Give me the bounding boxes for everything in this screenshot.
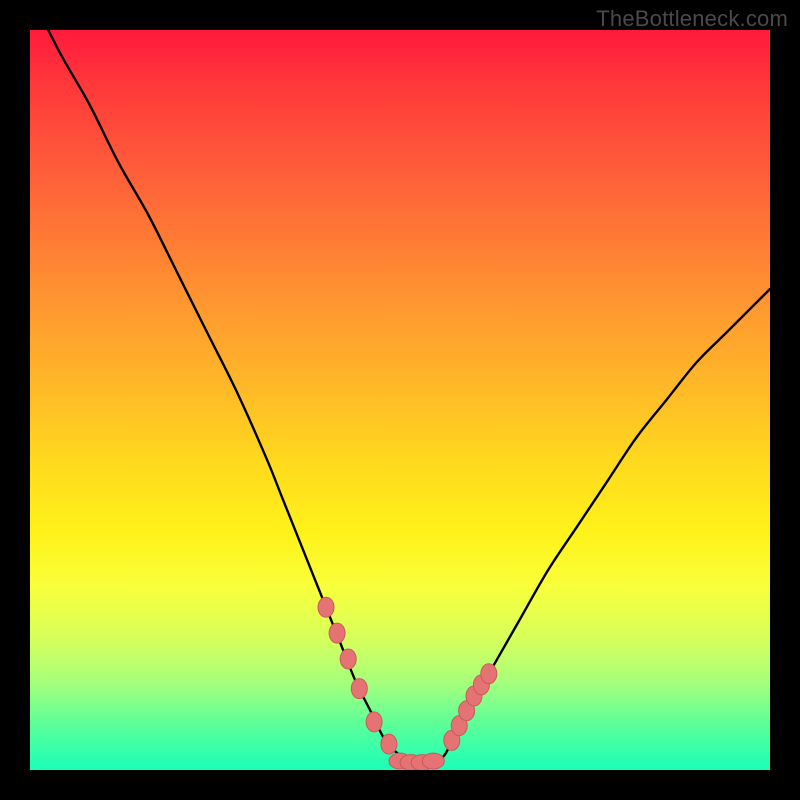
- curve-marker: [366, 712, 382, 732]
- curve-svg: [30, 30, 770, 770]
- markers-right: [444, 664, 497, 751]
- plot-area: [30, 30, 770, 770]
- curve-marker: [340, 649, 356, 669]
- watermark-text: TheBottleneck.com: [596, 6, 788, 32]
- bottleneck-curve: [30, 30, 770, 764]
- curve-marker: [481, 664, 497, 684]
- markers-bottom: [389, 753, 444, 770]
- chart-frame: TheBottleneck.com: [0, 0, 800, 800]
- curve-marker: [329, 623, 345, 643]
- curve-marker: [318, 597, 334, 617]
- curve-marker: [381, 734, 397, 754]
- curve-marker: [351, 679, 367, 699]
- markers-left: [318, 597, 397, 754]
- curve-marker: [422, 753, 444, 769]
